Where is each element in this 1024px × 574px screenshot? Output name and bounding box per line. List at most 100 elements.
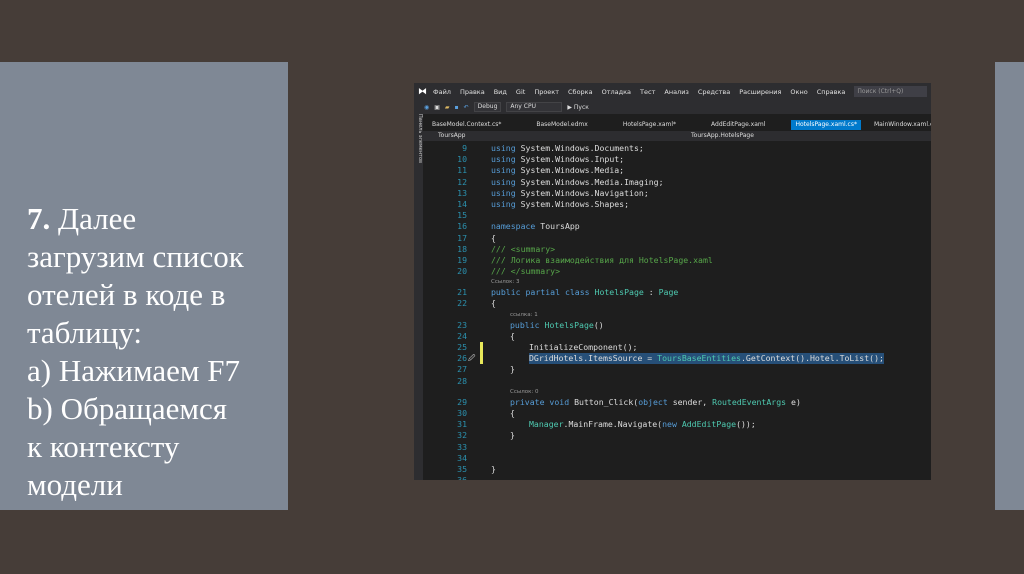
configuration-select[interactable]: Debug: [473, 102, 502, 112]
save-icon[interactable]: ▪: [455, 104, 459, 111]
code-line: 23 public HotelsPage(): [423, 320, 931, 331]
code-text: InitializeComponent();: [529, 342, 637, 353]
code-line: 30 {: [423, 408, 931, 419]
line-number: 11: [457, 165, 467, 176]
code-token: /// <summary>: [491, 243, 556, 254]
code-text: using System.Windows.Media.Imaging;: [491, 177, 664, 188]
line-number: 28: [457, 375, 467, 386]
code-text: {: [510, 408, 515, 419]
code-text: {: [491, 233, 496, 244]
code-token: AddEditPage: [681, 419, 737, 430]
menu-item[interactable]: Справка: [817, 88, 846, 96]
codelens-text[interactable]: ссылка: 1: [510, 310, 538, 320]
code-text: }: [491, 464, 496, 475]
code-token: {: [491, 298, 496, 309]
quick-action-icon[interactable]: 🖉: [468, 353, 475, 364]
codelens-reference-count: Ссылок: 0: [423, 387, 931, 397]
code-text: using System.Windows.Documents;: [491, 143, 644, 154]
code-token: System.Windows.Media.Imaging;: [515, 176, 664, 187]
menu-item[interactable]: Правка: [460, 88, 485, 96]
toolbox-side-panel[interactable]: Панель элементов: [414, 114, 423, 480]
line-number: 22: [457, 298, 467, 309]
line-number: 12: [457, 176, 467, 187]
code-text: DGridHotels.ItemsSource = ToursBaseEntit…: [529, 353, 884, 365]
code-line: 12 using System.Windows.Media.Imaging;: [423, 177, 931, 188]
code-editor[interactable]: 9 using System.Windows.Documents; 10 using …: [423, 143, 931, 480]
line-number: 18: [457, 243, 467, 254]
menu-item[interactable]: Расширения: [739, 88, 781, 96]
editor-tab[interactable]: HotelsPage.xaml.cs*: [791, 120, 861, 130]
line-number: 33: [457, 441, 467, 452]
menu-item[interactable]: Файл: [433, 88, 451, 96]
menu-item[interactable]: Анализ: [664, 88, 689, 96]
menu-item[interactable]: Git: [516, 88, 525, 96]
editor-tab[interactable]: BaseModel.edmx [Diagram1]*: [527, 120, 587, 138]
codelens-reference-count: ссылка: 1: [423, 310, 931, 320]
line-number: 20: [457, 266, 467, 277]
code-line: 32}: [423, 430, 931, 441]
editor-tabs: BaseModel.Context.cs* BaseModel.edmx [Dia…: [423, 120, 931, 138]
line-number: 14: [457, 198, 467, 209]
code-text: {: [510, 331, 515, 342]
navigation-bar: ToursApp ToursApp.HotelsPage: [423, 131, 931, 141]
slide-text-line: модели: [27, 467, 123, 502]
code-line: 26 DGridHotels.ItemsSource = ToursBaseEnt…: [423, 353, 931, 365]
code-line: 10 using System.Windows.Input;: [423, 154, 931, 165]
menu-item[interactable]: Окно: [790, 88, 807, 96]
code-token: HotelsPage: [544, 319, 594, 330]
code-token: public: [510, 319, 545, 330]
code-token: RoutedEventArgs: [712, 396, 787, 407]
editor-tab[interactable]: HotelsPage.xaml*: [614, 120, 676, 130]
codelens-text[interactable]: Ссылок: 3: [491, 277, 520, 287]
code-line: 22 {: [423, 298, 931, 309]
code-line: 18 /// <summary>: [423, 244, 931, 255]
menu-item[interactable]: Средства: [698, 88, 730, 96]
code-token: /// Логика взаимодействия для HotelsPage…: [491, 254, 713, 265]
editor-tab[interactable]: BaseModel.Context.cs*: [423, 120, 501, 130]
line-number: 21: [457, 287, 467, 298]
new-project-icon[interactable]: ▣: [434, 104, 440, 111]
class-dropdown[interactable]: ToursApp.HotelsPage: [691, 131, 754, 141]
visual-studio-logo-icon[interactable]: ⧓: [418, 87, 427, 97]
code-token: Page: [658, 287, 679, 298]
code-token: using: [491, 176, 516, 187]
run-button[interactable]: ▶ Пуск: [567, 104, 589, 111]
code-token: using: [491, 198, 516, 209]
code-text: using System.Windows.Input;: [491, 154, 624, 165]
code-token: System.Windows.Input;: [515, 154, 625, 165]
project-dropdown[interactable]: ToursApp: [438, 131, 465, 141]
codelens-reference-count: Ссылок: 3: [423, 277, 931, 287]
code-line: 25 InitializeComponent();: [423, 342, 931, 354]
change-marker: [480, 353, 483, 365]
codelens-text[interactable]: Ссылок: 0: [510, 387, 539, 397]
search-input[interactable]: Поиск (Ctrl+Q): [854, 86, 927, 97]
code-token: new: [662, 419, 682, 430]
code-line: 19 /// Логика взаимодействия для HotelsPa…: [423, 255, 931, 266]
code-text: private void Button_Click(object sender,…: [510, 397, 801, 408]
slide-text-line: Далее: [58, 201, 137, 236]
menu-item[interactable]: Отладка: [602, 88, 631, 96]
code-token: object: [638, 396, 668, 407]
code-text: using System.Windows.Media;: [491, 165, 624, 176]
editor-tab[interactable]: AddEditPage.xaml: [702, 120, 765, 130]
menu-item[interactable]: Проект: [534, 88, 559, 96]
editor-tab[interactable]: MainWindow.xaml.cs: [865, 120, 931, 130]
line-number: 15: [457, 210, 467, 221]
back-icon[interactable]: ◉: [424, 104, 429, 111]
code-token: DGridHotels.ItemsSource =: [529, 353, 658, 364]
menu-item[interactable]: Тест: [640, 88, 655, 96]
line-number: 29: [457, 396, 467, 407]
line-number: 9: [462, 143, 467, 153]
code-text: public HotelsPage(): [510, 320, 604, 331]
slide-text: 7. Далее загрузим список отелей в коде в та…: [27, 200, 277, 504]
undo-icon[interactable]: ↶: [464, 104, 469, 111]
menu-item[interactable]: Сборка: [568, 88, 593, 96]
code-line: 9 using System.Windows.Documents;: [423, 143, 931, 154]
platform-select[interactable]: Any CPU: [506, 102, 563, 112]
line-number: 32: [457, 430, 467, 441]
code-token: .MainFrame.Navigate(: [563, 419, 663, 430]
code-token: private void: [510, 396, 575, 407]
code-text: /// <summary>: [491, 244, 555, 255]
menu-item[interactable]: Вид: [494, 88, 507, 96]
open-icon[interactable]: ▰: [445, 104, 450, 111]
